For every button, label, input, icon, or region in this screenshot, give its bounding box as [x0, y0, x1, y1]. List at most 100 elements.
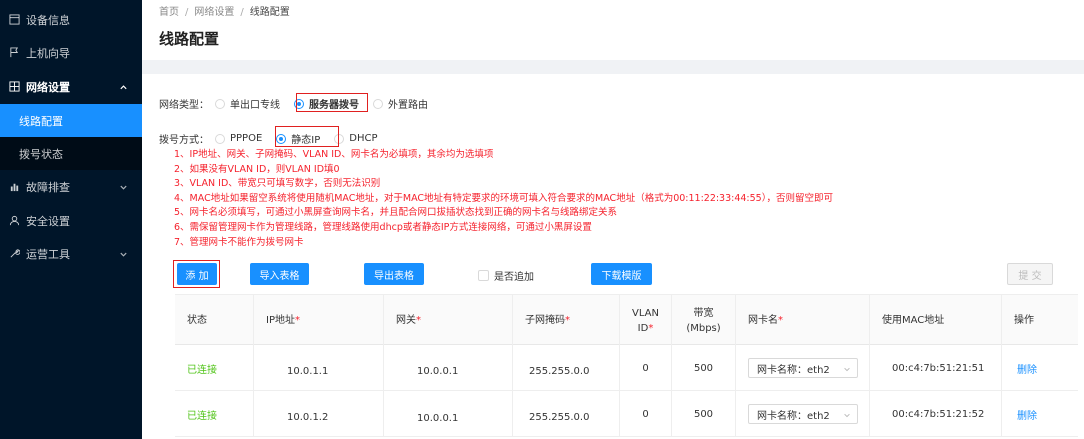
cell-vlan: 0 — [620, 345, 672, 391]
breadcrumb-current: 线路配置 — [249, 7, 290, 18]
nic-select[interactable]: 网卡名称：eth2 — [748, 404, 858, 424]
cell-nic: 网卡名称：eth2 — [736, 345, 870, 391]
header-text: 网关 — [396, 315, 416, 326]
required-mark: * — [294, 315, 300, 326]
header-text: 状态 — [187, 315, 207, 326]
sidebar-item-label: 上机向导 — [26, 46, 70, 60]
header-text: 子网掩码 — [525, 315, 565, 326]
sidebar: 设备信息 上机向导 网络设置 线路配置 拨号状态 故障排查 安全设置 运营工具 — [0, 0, 142, 439]
col-bandwidth: 带宽 (Mbps) — [672, 295, 736, 346]
col-gateway: 网关 * — [384, 295, 513, 346]
chevron-down-icon — [120, 185, 127, 190]
export-table-button[interactable]: 导出表格 — [364, 263, 424, 285]
table-row: 已连接 10.0.1.1 10.0.0.1 255.255.0.0 0 500 … — [175, 345, 1078, 391]
note-item: 6、需保留管理网卡作为管理线路，管理线路使用dhcp或者静态IP方式连接网络，可… — [174, 221, 592, 233]
radio-label: 单出口专线 — [230, 100, 280, 111]
cell-nic: 网卡名称：eth2 — [736, 391, 870, 437]
radio-dot — [373, 98, 383, 109]
col-vlan: VLAN ID* — [620, 295, 672, 346]
grid-icon — [8, 81, 20, 93]
radio-single-exit[interactable]: 单出口专线 — [215, 96, 280, 111]
notes-list: 1、IP地址、网关、子网掩码、VLAN ID、网卡名为必填项，其余均为选填项 2… — [174, 148, 833, 250]
sidebar-item-troubleshoot[interactable]: 故障排查 — [0, 170, 142, 203]
download-template-button[interactable]: 下载模版 — [591, 263, 652, 285]
note-item: 1、IP地址、网关、子网掩码、VLAN ID、网卡名为必填项，其余均为选填项 — [174, 149, 494, 160]
main-card: 网络类型： 单出口专线 服务器拨号 外置路由 拨号方式： PPPOE 静态IP … — [142, 74, 1084, 439]
nic-select[interactable]: 网卡名称：eth2 — [748, 358, 858, 378]
breadcrumb-home[interactable]: 首页 — [159, 7, 179, 18]
table-header: 状态 IP地址 * 网关 * 子网掩码 * VLAN ID* 带宽 (Mbps) 网卡名 *… — [175, 294, 1078, 346]
radio-external-router[interactable]: 外置路由 — [373, 96, 428, 111]
import-table-button[interactable]: 导入表格 — [250, 263, 309, 285]
sidebar-item-setup-wizard[interactable]: 上机向导 — [0, 36, 142, 69]
sidebar-item-label: 安全设置 — [26, 214, 70, 228]
radio-dot — [215, 98, 225, 109]
submit-button[interactable]: 提 交 — [1007, 263, 1053, 285]
required-mark: * — [648, 322, 654, 334]
dial-mode-label: 拨号方式： — [159, 135, 209, 146]
cell-bandwidth: 500 — [672, 391, 736, 437]
sidebar-item-security[interactable]: 安全设置 — [0, 204, 142, 237]
header-text: ID — [637, 322, 649, 334]
col-ip: IP地址 * — [254, 295, 384, 346]
cell-gateway: 10.0.0.1 — [384, 391, 513, 437]
cell-mask: 255.255.0.0 — [513, 345, 620, 391]
table-row: 已连接 10.0.1.2 10.0.0.1 255.255.0.0 0 500 … — [175, 391, 1078, 437]
col-mac: 使用MAC地址 — [870, 295, 1002, 346]
note-item: 4、MAC地址如果留空系统将使用随机MAC地址，对于MAC地址有特定要求的环境可… — [174, 192, 833, 204]
radio-label: PPPOE — [230, 133, 263, 144]
page-header: 首页 / 网络设置 / 线路配置 线路配置 — [142, 0, 1084, 60]
col-nic: 网卡名 * — [736, 295, 870, 346]
header-text: (Mbps) — [686, 322, 721, 334]
header-text: 带宽 — [693, 307, 714, 319]
header-text: IP地址 — [266, 315, 295, 326]
delete-link[interactable]: 删除 — [1002, 345, 1078, 391]
cell-gateway: 10.0.0.1 — [384, 345, 513, 391]
sidebar-item-label: 网络设置 — [26, 80, 70, 94]
delete-link[interactable]: 删除 — [1002, 391, 1078, 437]
chevron-up-icon — [120, 84, 127, 89]
sidebar-item-ops-tools[interactable]: 运营工具 — [0, 237, 142, 270]
monitor-icon — [8, 14, 20, 26]
radio-label: 外置路由 — [388, 100, 428, 111]
chevron-down-icon — [844, 367, 850, 372]
sidebar-item-label: 线路配置 — [19, 114, 63, 128]
radio-dhcp[interactable]: DHCP — [334, 133, 378, 144]
header-text: 操作 — [1014, 315, 1034, 326]
chart-icon — [8, 181, 20, 193]
header-text: 使用MAC地址 — [882, 315, 945, 326]
chevron-down-icon — [120, 252, 127, 257]
sidebar-item-label: 运营工具 — [26, 247, 70, 261]
note-item: 5、网卡名必须填写，可通过小黑屏查询网卡名，并且配合网口拔插状态找到正确的网卡名… — [174, 207, 618, 219]
col-status: 状态 — [175, 295, 254, 346]
cell-ip: 10.0.1.2 — [254, 391, 384, 437]
cell-ip: 10.0.1.1 — [254, 345, 384, 391]
header-text: 网卡名 — [748, 315, 778, 326]
cell-bandwidth: 500 — [672, 345, 736, 391]
sidebar-subitem-line-config[interactable]: 线路配置 — [0, 104, 142, 137]
flag-icon — [8, 47, 20, 59]
chevron-down-icon — [844, 413, 850, 418]
note-item: 2、如果没有VLAN ID，则VLAN ID填0 — [174, 163, 340, 175]
sidebar-item-device-info[interactable]: 设备信息 — [0, 3, 142, 36]
sidebar-item-label: 故障排查 — [26, 180, 70, 194]
highlight-box — [296, 93, 368, 112]
radio-pppoe[interactable]: PPPOE — [215, 133, 262, 144]
user-icon — [8, 215, 20, 227]
breadcrumb-network-settings[interactable]: 网络设置 — [194, 7, 234, 18]
header-text: VLAN — [632, 307, 659, 319]
cell-vlan: 0 — [620, 391, 672, 437]
note-item: 3、VLAN ID、带宽只可填写数字，否则无法识别 — [174, 178, 381, 190]
sidebar-item-network-settings[interactable]: 网络设置 — [0, 70, 142, 103]
sidebar-item-label: 拨号状态 — [19, 147, 63, 161]
highlight-box — [275, 126, 339, 147]
sidebar-subitem-dial-status[interactable]: 拨号状态 — [0, 137, 142, 170]
append-checkbox[interactable]: 是否追加 — [478, 268, 534, 283]
radio-dot — [215, 133, 225, 144]
checkbox-box — [478, 270, 489, 281]
cell-mask: 255.255.0.0 — [513, 391, 620, 437]
page-title: 线路配置 — [159, 30, 220, 48]
sidebar-item-label: 设备信息 — [26, 13, 70, 27]
col-op: 操作 — [1002, 295, 1078, 346]
cell-mac: 00:c4:7b:51:21:51 — [870, 345, 1002, 391]
